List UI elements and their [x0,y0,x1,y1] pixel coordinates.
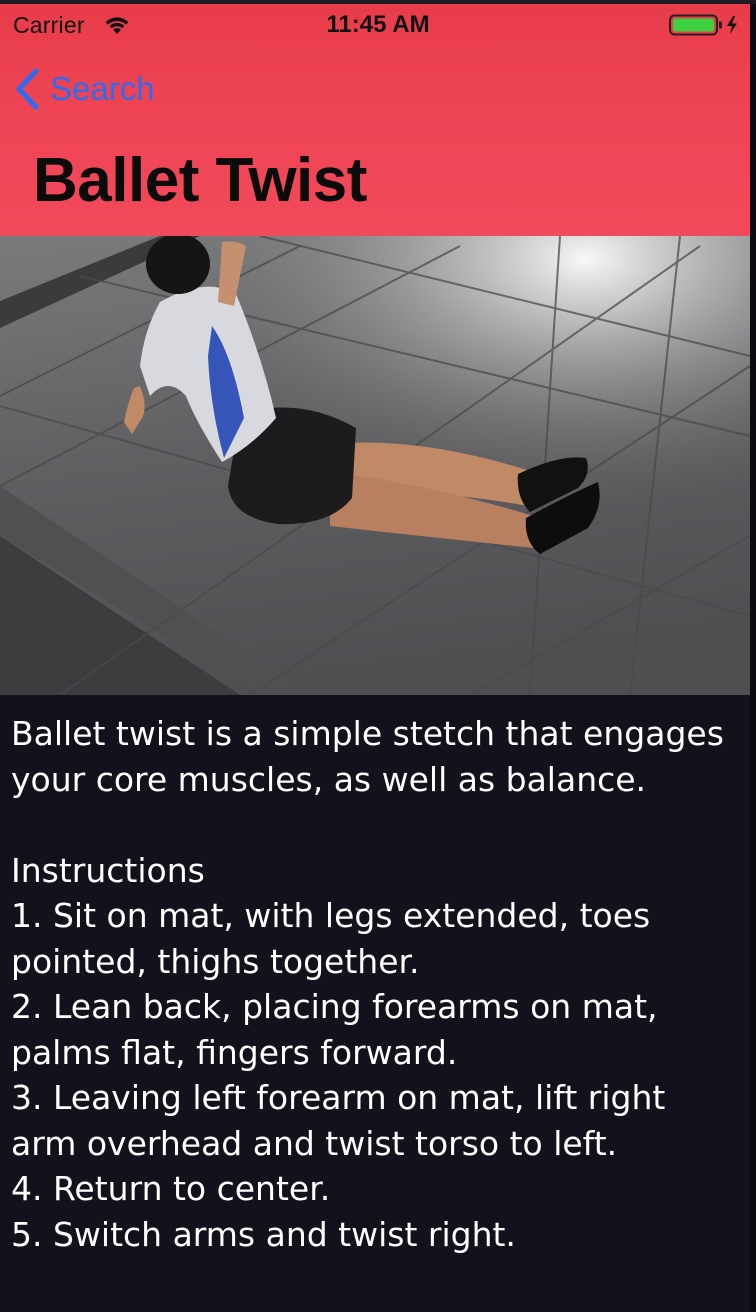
app-screen: Carrier 11:45 AM Search Ballet Twist Bal… [0,0,756,1312]
instruction-line: 2. Lean back, placing forearms on mat, [11,987,658,1026]
battery-charging-icon [669,14,737,36]
back-button[interactable]: Search [14,66,155,112]
exercise-photo-illustration [0,236,750,695]
instructions-heading: Instructions [11,850,205,890]
instruction-line: palms flat, fingers forward. [11,1032,458,1072]
instruction-line: 3. Leaving left forearm on mat, lift rig… [11,1078,666,1117]
instruction-line: arm overhead and twist torso to left. [11,1123,618,1163]
intro-line: your core muscles, as well as balance. [11,759,647,799]
status-time: 11:45 AM [326,11,430,38]
chevron-left-icon [16,68,39,110]
back-button-label: Search [50,70,155,107]
instruction-line: 1. Sit on mat, with legs extended, toes [11,896,651,935]
right-edge [750,4,756,1312]
page-title: Ballet Twist [33,146,367,215]
exercise-description: Ballet twist is a simple stetch that eng… [11,711,741,1257]
instruction-line: pointed, thighs together. [11,941,420,981]
exercise-photo [0,236,750,695]
status-bar: Carrier 11:45 AM [0,4,750,44]
instruction-line: 4. Return to center. [11,1169,331,1208]
instruction-line: 5. Switch arms and twist right. [11,1214,516,1254]
intro-line: Ballet twist is a simple stetch that eng… [11,714,724,753]
